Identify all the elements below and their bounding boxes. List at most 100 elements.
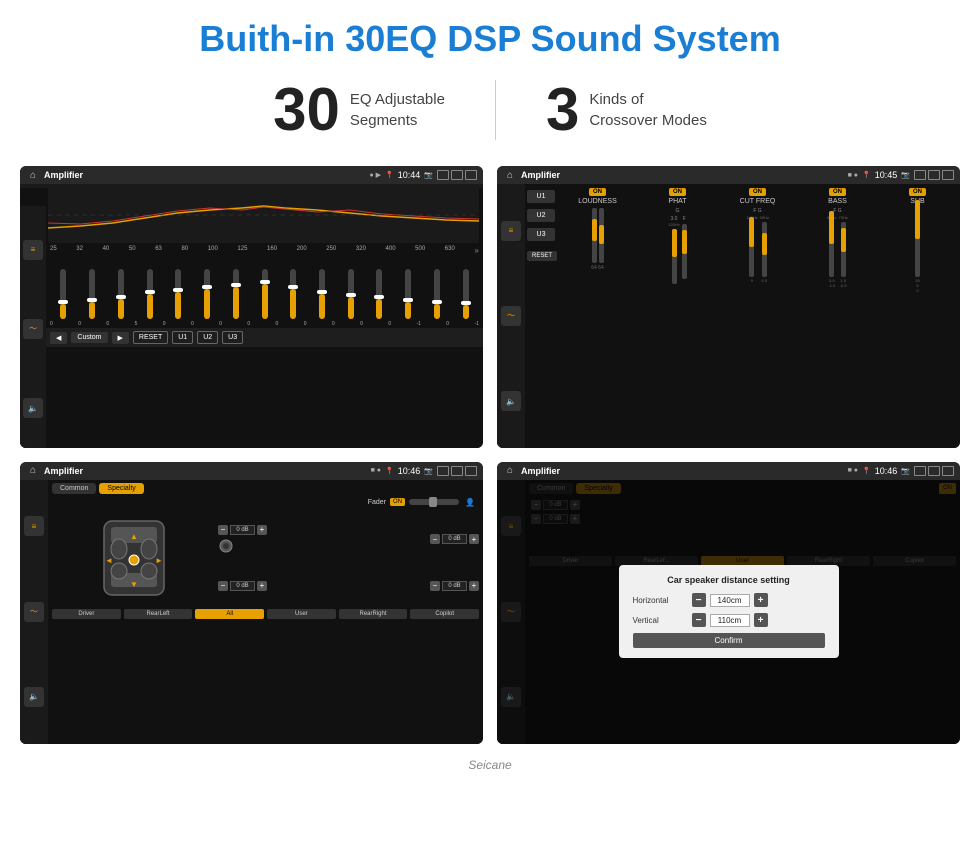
tab-specialty-3[interactable]: Specialty: [99, 483, 143, 494]
db-minus-bl[interactable]: −: [218, 581, 228, 591]
db-plus-bl[interactable]: +: [257, 581, 267, 591]
eq-u3-btn[interactable]: U3: [222, 331, 243, 344]
eq-values: 00050 00000 000-10 -1: [20, 321, 483, 328]
fader-row: Fader ON 👤: [52, 498, 479, 507]
status-icons-4: [914, 466, 954, 476]
eq-slider-col: [366, 269, 393, 319]
eq-slider-col: [337, 269, 364, 319]
vertical-minus[interactable]: −: [692, 613, 706, 627]
btn-all[interactable]: All: [195, 609, 264, 619]
horizontal-plus[interactable]: +: [754, 593, 768, 607]
statusbar-2: ⌂ Amplifier ■ ● 📍 10:45 📷: [497, 166, 960, 184]
app-name-2: Amplifier: [521, 170, 844, 180]
eq-reset-btn[interactable]: RESET: [133, 331, 168, 344]
eq-slider-col: [452, 269, 479, 319]
col-loudness: ON LOUDNESS: [559, 188, 636, 444]
fader-label: Fader: [368, 499, 386, 506]
db-minus-tr[interactable]: −: [430, 534, 440, 544]
page-title: Buith-in 30EQ DSP Sound System: [0, 0, 980, 70]
speaker-ctrl-1[interactable]: ≡: [24, 516, 44, 536]
time-3: 10:46: [398, 466, 421, 476]
tab-common-3[interactable]: Common: [52, 483, 96, 494]
vertical-plus[interactable]: +: [754, 613, 768, 627]
car-speaker-diagram: ▲ ▼ ◄ ►: [89, 513, 179, 603]
crossover-text: Kinds of Crossover Modes: [589, 89, 707, 131]
status-icons-2: [914, 170, 954, 180]
speaker-ctrl-3[interactable]: 🔈: [24, 687, 44, 707]
horizontal-minus[interactable]: −: [692, 593, 706, 607]
eq-left-controls: ≡ 〜 🔈: [20, 206, 46, 448]
confirm-button[interactable]: Confirm: [633, 633, 825, 648]
crossover-reset[interactable]: RESET: [527, 251, 557, 261]
eq-ctrl-2[interactable]: 〜: [23, 319, 43, 339]
eq-slider-col: [395, 269, 422, 319]
btn-rearleft[interactable]: RearLeft: [124, 609, 193, 619]
btn-driver[interactable]: Driver: [52, 609, 121, 619]
btn-copilot[interactable]: Copilot: [410, 609, 479, 619]
speaker-tabs: Common Specialty: [52, 483, 479, 494]
fader-thumb[interactable]: [429, 497, 437, 507]
home-icon-3[interactable]: ⌂: [26, 464, 40, 478]
col-bass: ON BASS F G 80Hz 3.0 -1.0: [799, 188, 876, 444]
eq-prev-btn[interactable]: ◀: [50, 332, 67, 344]
screen-eq: ⌂ Amplifier ● ▶ 📍 10:44 📷 ≡ 〜 🔈: [20, 166, 483, 448]
eq-u1-btn[interactable]: U1: [172, 331, 193, 344]
on-badge-phat[interactable]: ON: [669, 188, 686, 196]
home-icon-2[interactable]: ⌂: [503, 168, 517, 182]
home-icon-4[interactable]: ⌂: [503, 464, 517, 478]
eq-graph: [48, 188, 479, 243]
speaker-icon-tl: [218, 538, 234, 554]
crossover-number: 3: [546, 80, 579, 140]
db-value-tl: 0 dB: [230, 525, 255, 535]
crossover-ctrl-2[interactable]: 〜: [501, 306, 521, 326]
db-value-br: 0 dB: [442, 581, 467, 591]
btn-rearright[interactable]: RearRight: [339, 609, 408, 619]
screen-speaker: ⌂ Amplifier ■ ● 📍 10:46 📷 ≡ 〜 🔈 Common S…: [20, 462, 483, 744]
horizontal-value: 140cm: [710, 594, 750, 607]
btn-user[interactable]: User: [267, 609, 336, 619]
dialog-row-vertical: Vertical − 110cm +: [633, 613, 825, 627]
speaker-main: ≡ 〜 🔈 Common Specialty Fader ON 👤: [20, 480, 483, 744]
eq-play-btn[interactable]: ▶: [112, 332, 129, 344]
col-cutfreq: ON CUT FREQ F G 100Hz 0 90Hz: [719, 188, 796, 444]
crossover-u2[interactable]: U2: [527, 209, 555, 222]
db-minus-br[interactable]: −: [430, 581, 440, 591]
eq-ctrl-1[interactable]: ≡: [23, 240, 43, 260]
col-label-phat: PHAT: [668, 198, 686, 205]
eq-slider-col: [50, 269, 77, 319]
fader-on[interactable]: ON: [390, 498, 405, 506]
db-control-tl: − 0 dB +: [218, 525, 313, 535]
crossover-left-controls: ≡ 〜 🔈: [497, 184, 525, 448]
crossover-ctrl-1[interactable]: ≡: [501, 221, 521, 241]
speaker-bottom-btns: Driver RearLeft All User RearRight Copil…: [52, 609, 479, 619]
app-name-3: Amplifier: [44, 466, 367, 476]
watermark: Seicane: [0, 754, 980, 776]
app-name-4: Amplifier: [521, 466, 844, 476]
dialog-overlay: Car speaker distance setting Horizontal …: [497, 480, 960, 744]
on-badge-bass[interactable]: ON: [829, 188, 846, 196]
eq-custom-btn[interactable]: Custom: [71, 332, 107, 343]
db-value-bl: 0 dB: [230, 581, 255, 591]
eq-ctrl-3[interactable]: 🔈: [23, 398, 43, 418]
crossover-u1[interactable]: U1: [527, 190, 555, 203]
fader-track[interactable]: [409, 499, 459, 505]
on-badge-cutfreq[interactable]: ON: [749, 188, 766, 196]
screens-grid: ⌂ Amplifier ● ▶ 📍 10:44 📷 ≡ 〜 🔈: [0, 156, 980, 754]
db-plus-tr[interactable]: +: [469, 534, 479, 544]
crossover-ctrl-3[interactable]: 🔈: [501, 391, 521, 411]
db-minus-tl[interactable]: −: [218, 525, 228, 535]
eq-u2-btn[interactable]: U2: [197, 331, 218, 344]
on-badge-loudness[interactable]: ON: [589, 188, 606, 196]
db-plus-br[interactable]: +: [469, 581, 479, 591]
statusbar-4: ⌂ Amplifier ■ ● 📍 10:46 📷: [497, 462, 960, 480]
eq-main: ≡ 〜 🔈 2532405063 80100125160200 25032040…: [20, 188, 483, 448]
svg-text:◄: ◄: [105, 556, 113, 565]
on-badge-sub[interactable]: ON: [909, 188, 926, 196]
status-icons-1: [437, 170, 477, 180]
home-icon-1[interactable]: ⌂: [26, 168, 40, 182]
crossover-u3[interactable]: U3: [527, 228, 555, 241]
distance-dialog: Car speaker distance setting Horizontal …: [619, 565, 839, 658]
db-plus-tl[interactable]: +: [257, 525, 267, 535]
speaker-ctrl-2[interactable]: 〜: [24, 602, 44, 622]
time-4: 10:46: [875, 466, 898, 476]
